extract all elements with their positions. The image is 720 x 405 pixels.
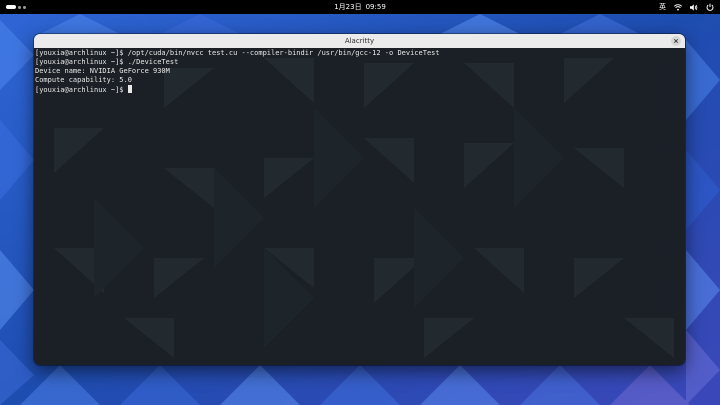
input-method-indicator[interactable]: 英	[659, 2, 666, 12]
close-icon	[673, 38, 679, 44]
terminal-output: [youxia@archlinux ~]$ /opt/cuda/bin/nvcc…	[35, 49, 440, 95]
shell-prompt: [youxia@archlinux ~]$	[35, 57, 128, 66]
terminal-line: [youxia@archlinux ~]$ /opt/cuda/bin/nvcc…	[35, 49, 440, 58]
clock-time: 09:59	[365, 3, 386, 11]
program-output: Device name: NVIDIA GeForce 930M	[35, 66, 170, 75]
shell-prompt: [youxia@archlinux ~]$	[35, 85, 128, 94]
power-icon	[706, 3, 714, 11]
program-output: Compute capability: 5.0	[35, 75, 132, 84]
terminal-cursor	[127, 84, 132, 93]
shell-command: ./DeviceTest	[127, 57, 179, 66]
alacritty-window[interactable]: Alacritty [youxia@archlinux ~]$ /opt/cud…	[34, 34, 685, 365]
terminal-line: Device name: NVIDIA GeForce 930M	[35, 67, 440, 76]
terminal-area[interactable]: [youxia@archlinux ~]$ /opt/cuda/bin/nvcc…	[34, 48, 685, 365]
system-tray[interactable]: 英	[659, 0, 714, 14]
window-title: Alacritty	[344, 37, 375, 45]
terminal-line: [youxia@archlinux ~]$	[35, 84, 440, 95]
shell-prompt: [youxia@archlinux ~]$	[35, 49, 128, 57]
terminal-line: Compute capability: 5.0	[35, 76, 440, 85]
volume-icon	[690, 3, 698, 11]
close-button[interactable]	[671, 36, 681, 46]
clock[interactable]: 1月23日 09:59	[0, 0, 720, 14]
terminal-line: [youxia@archlinux ~]$ ./DeviceTest	[35, 58, 440, 67]
wifi-icon	[674, 3, 682, 11]
terminal-background-pattern	[54, 58, 674, 358]
top-bar: 1月23日 09:59 英	[0, 0, 720, 14]
shell-command: /opt/cuda/bin/nvcc test.cu --compiler-bi…	[127, 49, 440, 57]
window-titlebar[interactable]: Alacritty	[34, 34, 685, 48]
clock-date: 1月23日	[334, 3, 362, 11]
